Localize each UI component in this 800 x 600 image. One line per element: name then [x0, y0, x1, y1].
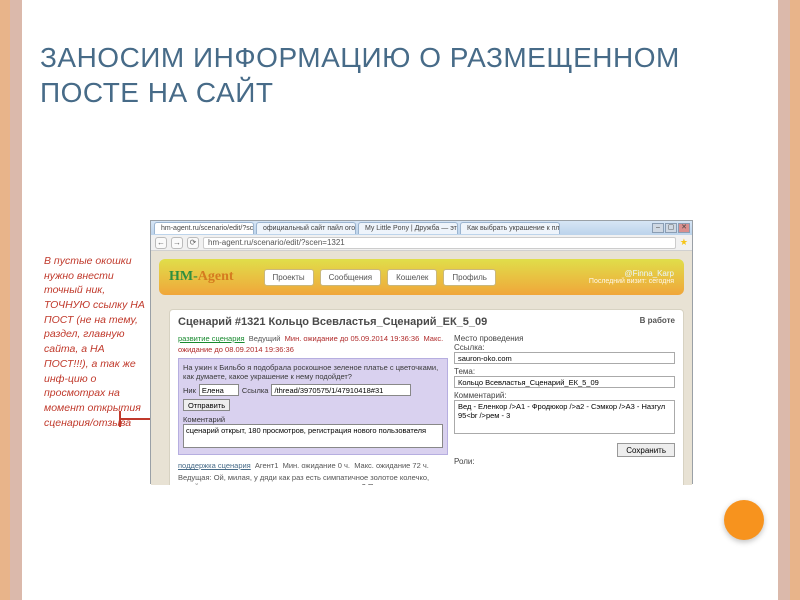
browser-tab[interactable]: My Little Pony | Дружба — это...: [358, 222, 458, 234]
address-bar: ← → ⟳ hm-agent.ru/scenario/edit/?scen=13…: [151, 235, 692, 251]
post-panel: На ужин к Бильбо я подобрала роскошное з…: [178, 358, 448, 455]
nav-reload-button[interactable]: ⟳: [187, 237, 199, 249]
site-header: HM-Agent Проекты Сообщения Кошелек Профи…: [159, 259, 684, 295]
comment-label: Коментарий: [183, 415, 225, 424]
window-close-button[interactable]: ✕: [678, 223, 690, 233]
tab-label: hm-agent.ru/scenario/edit/?sc: [161, 225, 253, 232]
nav-back-button[interactable]: ←: [155, 237, 167, 249]
browser-tab[interactable]: hm-agent.ru/scenario/edit/?sc: [154, 222, 254, 234]
tab-label: Как выбрать украшение к пл...: [467, 225, 560, 232]
annotation-text: В пустые окошки нужно внести точный ник,…: [44, 254, 149, 430]
save-button[interactable]: Сохранить: [617, 443, 675, 457]
slide-title: ЗАНОСИМ ИНФОРМАЦИЮ О РАЗМЕЩЕННОМ ПОСТЕ Н…: [40, 40, 760, 110]
user-name[interactable]: @Finna_Karp: [589, 269, 674, 278]
user-status: Последний визит: сегодня: [589, 278, 674, 285]
send-button[interactable]: Отправить: [183, 399, 230, 411]
slide-nav-dot[interactable]: [724, 500, 764, 540]
embedded-screenshot: В пустые окошки нужно внести точный ник,…: [40, 220, 693, 484]
min-wait2: Мин. ожидание 0 ч.: [283, 461, 350, 470]
right-link-label: Ссылка:: [454, 343, 675, 352]
max-wait2: Макс. ожидание 72 ч.: [354, 461, 429, 470]
right-link-input[interactable]: [454, 352, 675, 364]
scenario-dev-link[interactable]: развитие сценария: [178, 334, 245, 343]
url-field[interactable]: hm-agent.ru/scenario/edit/?scen=1321: [203, 237, 676, 249]
place-label: Место проведения: [454, 334, 675, 343]
status-badge: В работе: [640, 316, 675, 325]
scenario-status-line: развитие сценария Ведущий Мин. ожидание …: [178, 334, 448, 355]
agent-label: Агент1: [255, 461, 279, 470]
nav-profile[interactable]: Профиль: [443, 269, 496, 286]
link-label: Ссылка: [242, 386, 269, 395]
nav-forward-button[interactable]: →: [171, 237, 183, 249]
role-label: Ведущий: [249, 334, 281, 343]
theme-input[interactable]: [454, 376, 675, 388]
link-input[interactable]: [271, 384, 411, 396]
right-comment-textarea[interactable]: Вед - Еленкор />А1 - Фродюкор />а2 - Сэм…: [454, 400, 675, 434]
browser-tab[interactable]: официальный сайт пайл ого...: [256, 222, 356, 234]
roles-label: Роли:: [454, 457, 675, 466]
theme-label: Тема:: [454, 367, 675, 376]
nick-input[interactable]: [199, 384, 239, 396]
scenario-card: Сценарий #1321 Кольцо Всевластья_Сценари…: [169, 309, 684, 485]
logo-part: HM-: [169, 269, 198, 284]
support-line: поддержка сценария Агент1 Мин. ожидание …: [178, 461, 448, 470]
site-logo[interactable]: HM-Agent: [169, 269, 234, 285]
nav-wallet[interactable]: Кошелек: [387, 269, 437, 286]
window-minimize-button[interactable]: –: [652, 223, 664, 233]
tab-label: официальный сайт пайл ого...: [263, 225, 356, 232]
nav-messages[interactable]: Сообщения: [320, 269, 381, 286]
url-text: hm-agent.ru/scenario/edit/?scen=1321: [208, 238, 345, 247]
logo-part: Agent: [198, 269, 234, 284]
reply-preview: Ведущая: Ой, милая, у дяди как раз есть …: [178, 473, 448, 485]
browser-window: hm-agent.ru/scenario/edit/?sc официальны…: [150, 220, 693, 484]
tab-label: My Little Pony | Дружба — это...: [365, 225, 458, 232]
nav-projects[interactable]: Проекты: [264, 269, 314, 286]
comment-textarea[interactable]: сценарий открыт, 180 просмотров, регистр…: [183, 424, 443, 448]
post-text: На ужин к Бильбо я подобрала роскошное з…: [183, 363, 443, 381]
bookmark-star-icon[interactable]: ★: [680, 237, 688, 248]
scenario-heading: Сценарий #1321 Кольцо Всевластья_Сценари…: [178, 316, 487, 328]
browser-tab[interactable]: Как выбрать украшение к пл...: [460, 222, 560, 234]
min-wait: Мин. ожидание до 05.09.2014 19:36:36: [285, 334, 420, 343]
tab-bar: hm-agent.ru/scenario/edit/?sc официальны…: [151, 221, 692, 235]
right-comment-label: Комментарий:: [454, 391, 675, 400]
window-maximize-button[interactable]: ▢: [665, 223, 677, 233]
nick-label: Ник: [183, 386, 196, 395]
user-box: @Finna_Karp Последний визит: сегодня: [589, 269, 674, 285]
support-link[interactable]: поддержка сценария: [178, 461, 251, 470]
right-form: Место проведения Ссылка: Тема: Комментар…: [454, 334, 675, 485]
